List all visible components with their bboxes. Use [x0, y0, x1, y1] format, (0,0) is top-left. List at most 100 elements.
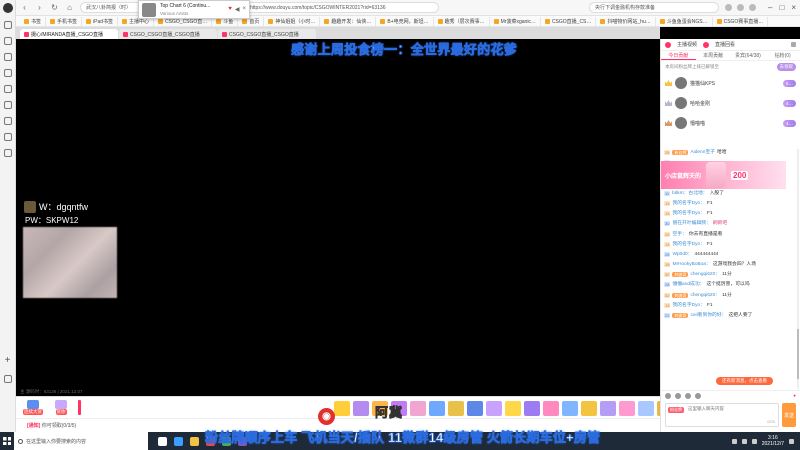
rank-row[interactable]: 哈哈金刚 4… — [661, 93, 800, 113]
emoji-icon[interactable] — [665, 392, 671, 399]
chat-username[interactable]: ceil看到你的好： — [690, 312, 726, 320]
more-icon[interactable] — [791, 42, 796, 47]
gift-icon[interactable] — [543, 401, 559, 416]
extension-icon[interactable] — [725, 4, 733, 11]
promo-banner[interactable]: 小店鼠辉天的 200 — [661, 161, 786, 189]
forward-icon[interactable]: › — [35, 3, 44, 12]
gift-icon[interactable] — [334, 401, 350, 416]
video-player[interactable]: 感谢上周投食榜一：全世界最好的花爹 W：dgqntfw PW：SKPW12 主 … — [16, 39, 660, 396]
chat-icon[interactable] — [3, 149, 12, 157]
clock[interactable]: 3:16 2021/12/7 — [762, 435, 784, 447]
rank-tab[interactable]: 钻粉(0) — [765, 52, 800, 59]
continuous-reward-button[interactable]: 连续大赏 — [22, 400, 44, 415]
bookmark-item[interactable]: CSGO直播_CS… — [541, 16, 597, 26]
bookmark-item[interactable]: 趣秀（层次赛事… — [434, 16, 490, 26]
ime-icon[interactable] — [751, 438, 757, 444]
add-icon[interactable]: + — [3, 356, 13, 367]
chat-username[interactable]: 我的名字Dyo： — [672, 302, 705, 310]
address-input[interactable]: https://www.douyu.com/topic/CSGOWINTER20… — [244, 2, 439, 13]
gift-icon[interactable] — [353, 401, 369, 416]
tab-streamer-video[interactable]: 主播视频 — [677, 41, 697, 48]
camera-icon[interactable] — [3, 117, 12, 125]
chat-username[interactable]: 我的名字Dyo： — [672, 241, 705, 249]
claim-button[interactable]: 去领取 — [776, 63, 796, 71]
rank-row[interactable]: 猫猫仙KPS 5… — [661, 73, 800, 93]
gift-icon[interactable] — [619, 401, 635, 416]
browser-tab[interactable]: CSGO_CSGO直播_CSGO直播 — [218, 29, 316, 39]
gift-icon[interactable] — [600, 401, 616, 416]
send-button[interactable]: 发送 — [782, 403, 796, 427]
history-icon[interactable] — [3, 37, 12, 45]
chat-username[interactable]: 我的名字Dyo： — [672, 200, 705, 208]
bookmark-item[interactable]: B+电竞网，斯坦… — [376, 16, 434, 26]
rank-row[interactable]: 懵喵喵 4… — [661, 113, 800, 133]
gift-icon[interactable] — [638, 401, 654, 416]
network-icon[interactable] — [731, 438, 737, 444]
notice-text[interactable]: 你可领取(0/3/5) — [42, 423, 76, 429]
gift-icon[interactable] — [505, 401, 521, 416]
bookmark-item[interactable]: 书签 — [20, 16, 47, 26]
gift-icon[interactable] — [524, 401, 540, 416]
chat-username[interactable]: 丽在开叶编辑频： — [672, 220, 710, 228]
chat-username[interactable]: 懵懵and成功： — [672, 281, 704, 289]
taskbar-search[interactable]: 在这里输入你要搜索的内容 — [14, 432, 148, 450]
back-icon[interactable]: ‹ — [20, 3, 29, 12]
bookmark-item[interactable]: 趣趣开发：仙侠… — [320, 16, 377, 26]
rank-tab[interactable]: 贵宾(64/38) — [731, 52, 766, 59]
browser-icon[interactable] — [174, 436, 183, 446]
calendar-icon[interactable] — [3, 133, 12, 141]
gift-icon[interactable] — [448, 401, 464, 416]
maximize-icon[interactable]: □ — [779, 3, 784, 12]
volume-icon[interactable]: ◀ — [235, 6, 240, 13]
new-message-button[interactable]: 还有新消息，点击查看 — [716, 377, 773, 385]
bookmark-item[interactable]: 神仙姐姐（小时… — [264, 16, 321, 26]
download-icon[interactable] — [3, 85, 12, 93]
gift-icon[interactable] — [410, 401, 426, 416]
gift-icon[interactable] — [486, 401, 502, 416]
browser-tab[interactable]: 摄心/MIRANDA直播_CSGO直播 — [20, 29, 118, 39]
chat-scrollbar[interactable] — [797, 149, 799, 389]
search-icon[interactable] — [3, 53, 12, 61]
refresh-icon[interactable]: ↻ — [50, 3, 59, 12]
gift-icon[interactable] — [467, 401, 483, 416]
chat-username[interactable]: 空手： — [672, 231, 686, 239]
chat-username[interactable]: 我的名字Dyo： — [672, 210, 705, 218]
minimize-icon[interactable]: – — [768, 3, 772, 12]
bookmark-item[interactable]: iPad书签 — [82, 16, 119, 26]
gift-icon[interactable] — [581, 401, 597, 416]
settings-icon[interactable] — [3, 375, 12, 383]
start-button[interactable] — [0, 432, 14, 450]
profile-avatar[interactable] — [2, 3, 13, 13]
tab-replay[interactable]: 直播回看 — [715, 41, 735, 48]
settings-icon[interactable] — [675, 392, 681, 399]
chat-username[interactable]: MrHookyBoBoa： — [672, 261, 710, 269]
fan-badge-select[interactable]: 粉丝牌 — [668, 407, 684, 413]
chat-username[interactable]: bitkm：古北地： — [672, 190, 707, 198]
chat-username[interactable]: chengqi620： — [690, 292, 720, 300]
gift-icon[interactable] — [429, 401, 445, 416]
tip-button[interactable]: 赏你 — [50, 400, 72, 415]
chat-username[interactable]: Wp0d0： — [672, 251, 692, 259]
bookmark-item[interactable]: 抖喵物价网站_hu… — [596, 16, 656, 26]
mail-icon[interactable] — [3, 101, 12, 109]
task-view-icon[interactable] — [158, 436, 167, 446]
chat-username[interactable]: chengqi620： — [690, 271, 720, 279]
search-input[interactable]: 央行下调金融机构存款准备 — [589, 2, 720, 13]
book-icon[interactable] — [3, 69, 12, 77]
bookmark-item[interactable]: Mr菠菜xganic… — [490, 16, 541, 26]
bookmark-item[interactable]: CSGO赛事直播… — [713, 16, 769, 26]
notification-icon[interactable] — [789, 438, 794, 444]
home-icon[interactable]: ⌂ — [65, 3, 74, 12]
bookmark-item[interactable]: 手机书签 — [46, 16, 83, 26]
folder-icon[interactable] — [190, 436, 199, 446]
extension-icon[interactable] — [737, 4, 745, 11]
media-player-popup[interactable]: Top Chart 6 (Continu... Various Artists … — [138, 0, 250, 19]
danmu-toggle[interactable]: ● — [793, 393, 796, 398]
gift-icon[interactable] — [695, 392, 701, 399]
color-icon[interactable] — [685, 392, 691, 399]
close-icon[interactable]: × — [242, 6, 246, 13]
star-icon[interactable] — [3, 21, 12, 29]
bookmark-item[interactable]: 斗鱼鱼蛋会NGS… — [656, 16, 713, 26]
scroll-thumb[interactable] — [797, 329, 799, 379]
rank-tab[interactable]: 本周贡献 — [696, 52, 731, 59]
